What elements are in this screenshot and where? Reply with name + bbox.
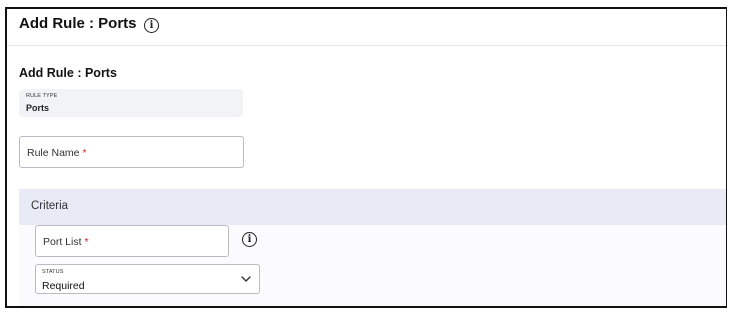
info-icon[interactable]: i [144,18,159,33]
criteria-header: Criteria [19,189,726,225]
section-title: Add Rule : Ports [19,66,117,80]
info-icon[interactable]: i [242,232,257,247]
dialog-header: Add Rule : Ports i [7,9,726,46]
status-value: Required [42,280,85,292]
port-list-placeholder: Port List * [43,236,89,248]
rule-type-value: Ports [26,103,50,113]
rule-name-placeholder: Rule Name * [27,147,87,159]
rule-type-label: RULE TYPE [26,93,58,99]
port-list-input[interactable]: Port List * [35,225,229,257]
status-select[interactable]: STATUS Required [35,264,260,294]
rule-name-input[interactable]: Rule Name * [19,136,244,168]
rule-type-field: RULE TYPE Ports [19,89,243,117]
add-rule-dialog: Add Rule : Ports i Add Rule : Ports RULE… [5,7,727,308]
status-label: STATUS [42,269,64,275]
required-mark: * [84,236,89,248]
criteria-title: Criteria [31,200,69,212]
page-title: Add Rule : Ports [19,15,137,32]
criteria-panel: Criteria Port List * i STATUS Required [19,189,726,306]
required-mark: * [82,147,87,159]
chevron-down-icon [241,276,251,282]
criteria-body: Port List * i STATUS Required [19,225,726,306]
